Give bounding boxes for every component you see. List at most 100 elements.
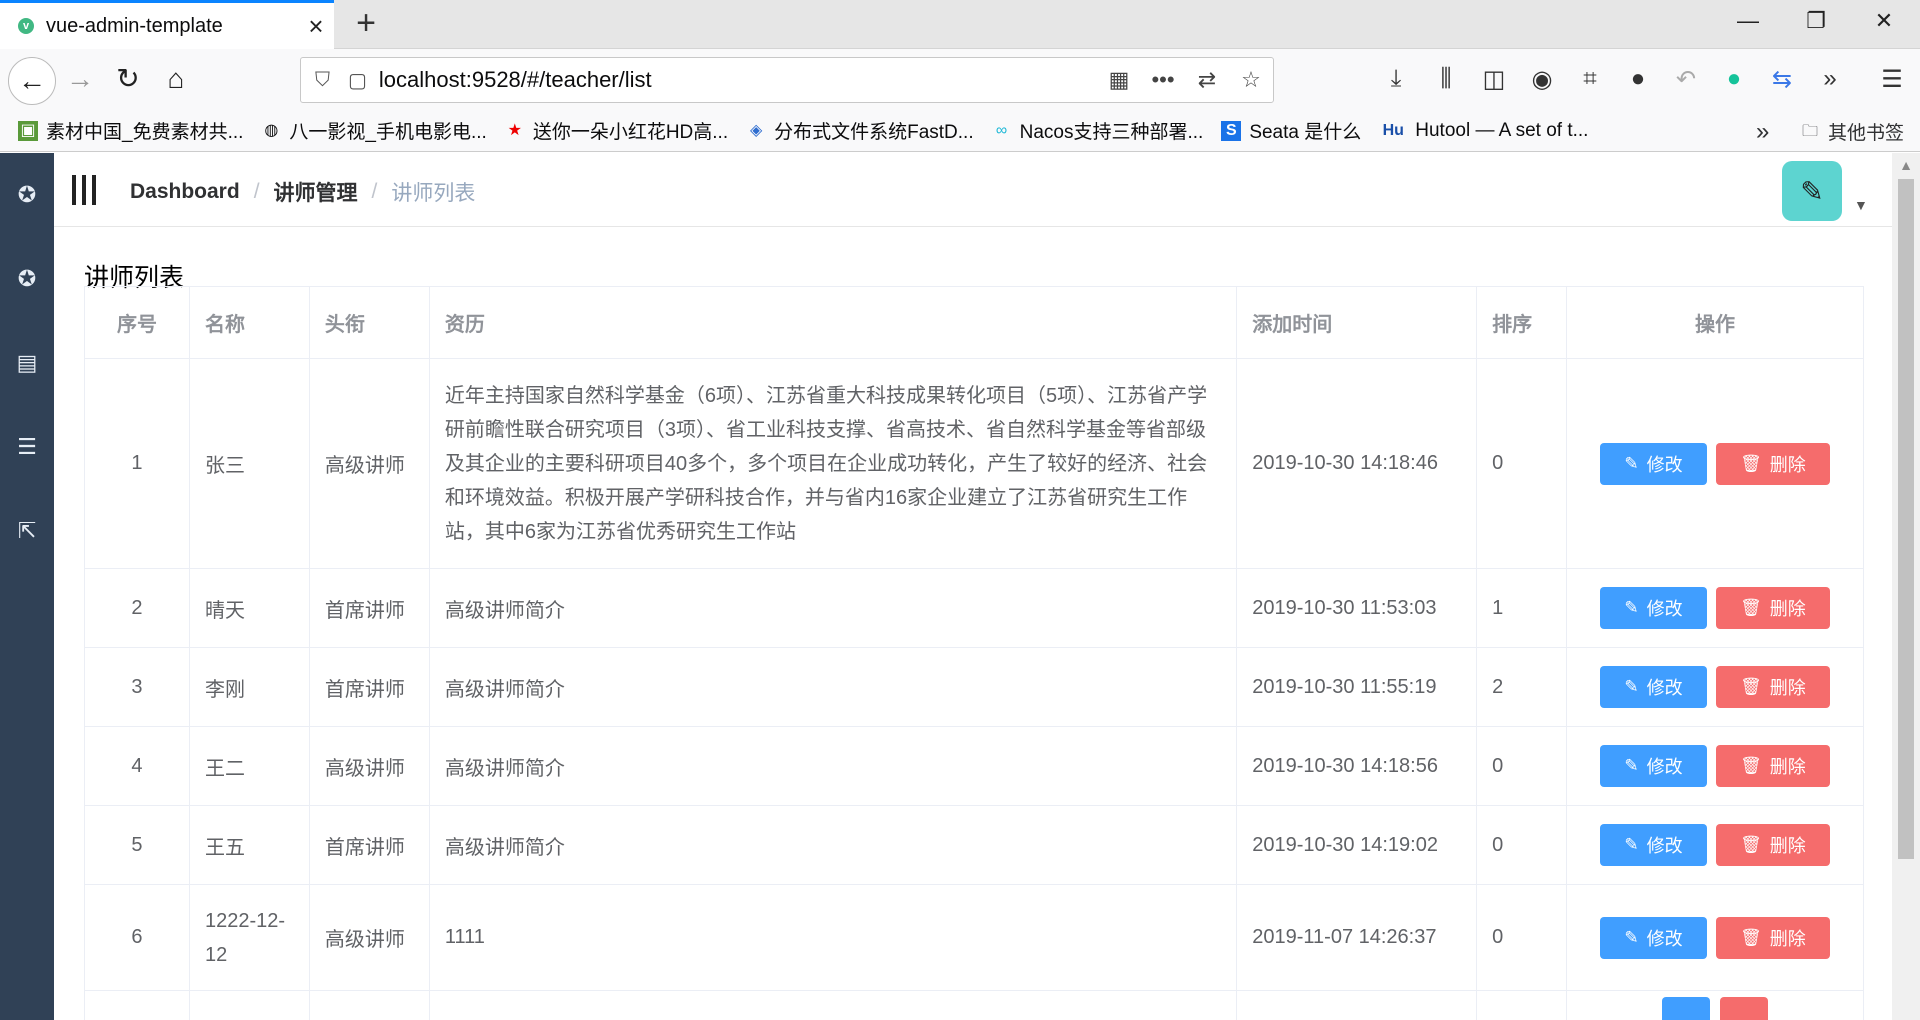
page-actions-icon[interactable]: ••• [1141, 67, 1185, 93]
trash-icon: 🗑 [1740, 677, 1762, 696]
overflow-icon[interactable]: » [1812, 65, 1848, 93]
delete-button[interactable] [1719, 997, 1768, 1020]
download-icon[interactable]: ⤓ [1378, 65, 1414, 93]
edit-icon: ✎ [1624, 927, 1639, 947]
edit-icon: ✎ [1624, 835, 1639, 854]
teacher-nav-icon[interactable]: ✪ [0, 259, 54, 299]
delete-button[interactable]: 🗑 删除 [1716, 745, 1830, 787]
bookmark-item[interactable]: ★ 送你一朵小红花HD高... [505, 117, 728, 144]
qr-code-icon[interactable]: ▦ [1097, 67, 1141, 93]
delete-label: 删除 [1769, 678, 1806, 698]
url-bar[interactable]: ⛉ ▢ localhost:9528/#/teacher/list ▦ ••• … [300, 57, 1274, 103]
list-nav-icon[interactable]: ☰ [0, 427, 54, 467]
bookmark-item[interactable]: ▣ 素材中国_免费素材共... [18, 117, 243, 144]
restore-icon[interactable]: ❐ [1796, 8, 1836, 34]
edit-button[interactable]: ✎ 修改 [1600, 916, 1707, 959]
bookmarks-overflow-icon[interactable]: » [1756, 118, 1769, 146]
edit-icon: ✎ [1624, 453, 1639, 473]
form-nav-icon[interactable]: ▤ [0, 343, 54, 383]
home-icon[interactable]: ⌂ [154, 57, 198, 101]
sidebar-toggle-icon[interactable]: ◫ [1476, 65, 1512, 94]
teacher-table: 序号 名称 头衔 资历 添加时间 排序 操作 1 张三 高级讲师 近年主持国家自… [84, 286, 1864, 1020]
edit-button[interactable]: ✎ 修改 [1600, 442, 1707, 485]
cell-sort: 1 [1476, 568, 1568, 648]
folder-icon: 🗀 [1801, 122, 1818, 140]
cell-level: 首席讲师 [308, 647, 430, 727]
scroll-up-icon[interactable]: ▲ [1892, 157, 1920, 173]
edit-icon: ✎ [1624, 756, 1639, 775]
breadcrumb-teacher-list: 讲师列表 [391, 182, 476, 205]
cell-intro: 高级讲师简介 [428, 726, 1238, 806]
reload-icon[interactable]: ↻ [106, 57, 150, 101]
cell-name: 王五 [188, 805, 310, 885]
crop-icon[interactable]: ⌗ [1572, 65, 1608, 93]
window-close-icon[interactable]: ✕ [1864, 8, 1904, 34]
tab-close-icon[interactable]: × [298, 11, 334, 42]
chat-icon[interactable]: ● [1620, 65, 1656, 93]
tab-title: vue-admin-template [46, 14, 223, 37]
menu-icon[interactable]: ☰ [1874, 65, 1910, 94]
avatar[interactable]: ✎ [1782, 161, 1842, 221]
edit-button[interactable]: ✎ 修改 [1600, 824, 1707, 866]
edit-button[interactable]: ✎ 修改 [1600, 745, 1707, 787]
bookmark-item[interactable]: Hu Hutool — A set of t... [1379, 119, 1589, 142]
cell-actions [1566, 990, 1864, 1020]
page-info-icon[interactable]: ▢ [348, 68, 367, 93]
forward-icon[interactable]: → [58, 57, 102, 101]
cell-intro: 1111 [428, 884, 1238, 991]
cell-sort: 0 [1476, 726, 1568, 806]
delete-button[interactable]: 🗑 删除 [1716, 442, 1830, 485]
scroll-thumb[interactable] [1898, 179, 1914, 859]
new-tab-icon[interactable]: + [348, 4, 384, 43]
cell-index: 1 [84, 358, 190, 569]
delete-button[interactable]: 🗑 删除 [1716, 587, 1830, 629]
infinity-icon: ∞ [995, 121, 1008, 139]
cell-time: 2019-10-30 14:18:46 [1236, 358, 1478, 569]
url-text[interactable]: localhost:9528/#/teacher/list [379, 67, 1097, 93]
browser-tab[interactable]: v vue-admin-template × [0, 0, 334, 49]
minimize-icon[interactable]: — [1728, 8, 1768, 34]
back-icon[interactable]: ← [8, 57, 56, 105]
edit-button[interactable]: ✎ 修改 [1600, 587, 1707, 629]
bookmark-item[interactable]: ∞ Nacos支持三种部署... [992, 117, 1203, 144]
tracking-shield-icon[interactable]: ⛉ [315, 69, 330, 92]
bookmark-item[interactable]: S Seata 是什么 [1221, 117, 1361, 144]
bookmark-item[interactable]: ◍ 八一影视_手机电影电... [261, 117, 486, 144]
cell-name: 张三 [188, 358, 310, 569]
cell-time: 2019-11-07 14:26:37 [1236, 884, 1478, 991]
edit-button[interactable]: ✎ 修改 [1600, 666, 1707, 708]
s-icon: S [1221, 120, 1242, 141]
translate-icon[interactable]: ⇄ [1185, 67, 1229, 93]
cell-name: 1222-12-12 [188, 884, 310, 991]
bookmark-item[interactable]: ◈ 分布式文件系统FastD... [746, 117, 974, 144]
delete-button[interactable]: 🗑 删除 [1716, 824, 1830, 866]
delete-label: 删除 [1769, 454, 1806, 475]
caret-down-icon[interactable]: ▼ [1854, 197, 1868, 213]
hu-icon: Hu [1382, 121, 1404, 139]
star-icon: ★ [507, 121, 522, 139]
external-link-nav-icon[interactable]: ⇱ [0, 511, 54, 551]
page-scrollbar[interactable]: ▲ [1892, 153, 1920, 1020]
cell-actions: ✎ 修改 🗑 删除 [1566, 884, 1864, 991]
bookmark-star-icon[interactable]: ☆ [1229, 67, 1273, 93]
breadcrumb-dashboard[interactable]: Dashboard [130, 180, 240, 204]
google-translate-icon[interactable]: ⇆ [1764, 65, 1800, 94]
delete-button[interactable]: 🗑 删除 [1716, 666, 1830, 708]
cell-intro: 高级讲师简介 [428, 647, 1238, 727]
breadcrumb-teacher-management[interactable]: 讲师管理 [274, 177, 358, 207]
bookmark-label: Hutool — A set of t... [1415, 119, 1589, 141]
table-row-partial [84, 990, 1864, 1020]
grammarly-icon[interactable]: ● [1716, 65, 1752, 93]
delete-label: 删除 [1769, 836, 1806, 856]
cell-index: 4 [84, 726, 190, 806]
undo-icon[interactable]: ↶ [1668, 65, 1704, 94]
hamburger-icon[interactable] [72, 175, 96, 205]
account-icon[interactable]: ◉ [1524, 65, 1560, 94]
cell-intro: 高级讲师简介 [428, 568, 1238, 648]
cell-intro: 高级讲师简介 [428, 805, 1238, 885]
delete-button[interactable]: 🗑 删除 [1716, 916, 1830, 959]
dashboard-nav-icon[interactable]: ✪ [0, 175, 54, 215]
edit-button[interactable] [1662, 997, 1711, 1020]
library-icon[interactable]: ⫼ [1428, 65, 1464, 93]
other-bookmarks[interactable]: 🗀 其他书签 [1800, 118, 1904, 145]
